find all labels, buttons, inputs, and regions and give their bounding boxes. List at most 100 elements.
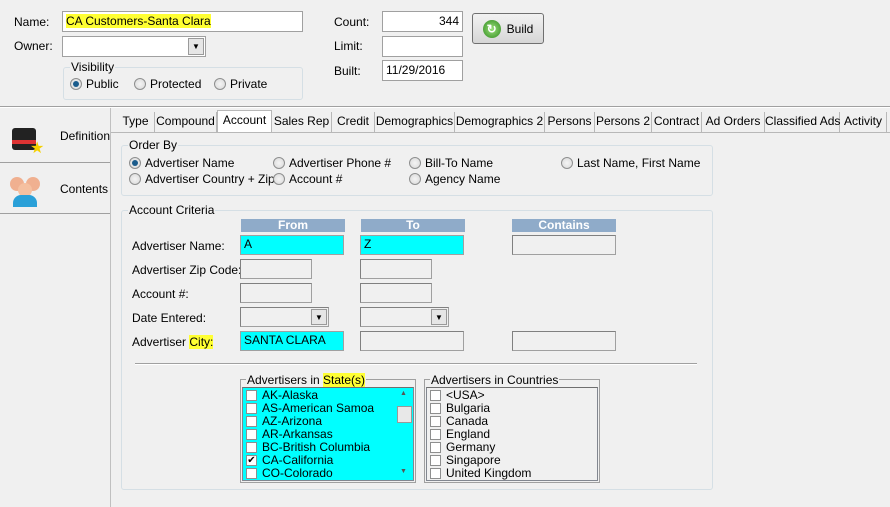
- sidebar-item-contents[interactable]: Contents: [0, 165, 110, 214]
- radio-icon: [70, 78, 82, 90]
- radio-private[interactable]: Private: [214, 77, 267, 91]
- checkbox[interactable]: [246, 403, 257, 414]
- scroll-thumb[interactable]: [397, 406, 412, 423]
- zip-from[interactable]: [240, 259, 312, 279]
- radio-label: Bill-To Name: [425, 156, 494, 170]
- tab-persons[interactable]: Persons: [545, 112, 595, 132]
- date-from-dropdown[interactable]: ▼: [240, 307, 329, 327]
- checkbox[interactable]: [430, 442, 441, 453]
- checkbox[interactable]: [430, 390, 441, 401]
- radio-label: Public: [86, 77, 119, 91]
- advertiser-name-to[interactable]: Z: [360, 235, 464, 255]
- checkbox[interactable]: [246, 390, 257, 401]
- built-field[interactable]: 11/29/2016: [382, 60, 463, 81]
- states-title: Advertisers in State(s): [246, 373, 367, 387]
- city-label-prefix: Advertiser: [132, 335, 190, 349]
- order-last-first[interactable]: Last Name, First Name: [561, 156, 700, 170]
- zip-to[interactable]: [360, 259, 432, 279]
- tab-sales-rep[interactable]: Sales Rep: [272, 112, 332, 132]
- header-divider: [0, 106, 890, 108]
- scroll-up-icon[interactable]: ▲: [400, 390, 407, 397]
- scroll-down-icon[interactable]: ▼: [400, 468, 407, 475]
- states-title-highlight: State(s): [323, 373, 366, 387]
- owner-dropdown[interactable]: ▼: [62, 36, 206, 57]
- radio-label: Advertiser Country + Zip: [145, 172, 275, 186]
- city-from[interactable]: SANTA CLARA: [240, 331, 344, 351]
- order-agency-name[interactable]: Agency Name: [409, 172, 500, 186]
- state-item[interactable]: CO-Colorado: [243, 467, 413, 480]
- build-button[interactable]: ↻ Build: [472, 13, 544, 44]
- chevron-down-icon[interactable]: ▼: [188, 38, 204, 55]
- tab-demographics-2[interactable]: Demographics 2: [455, 112, 545, 132]
- checkbox[interactable]: [430, 403, 441, 414]
- checkbox[interactable]: [430, 416, 441, 427]
- tab-contract[interactable]: Contract: [652, 112, 702, 132]
- refresh-icon: ↻: [482, 19, 501, 38]
- date-entered-label: Date Entered:: [132, 311, 207, 325]
- count-field[interactable]: 344: [382, 11, 463, 32]
- chevron-down-icon[interactable]: ▼: [431, 309, 447, 325]
- order-country-zip[interactable]: Advertiser Country + Zip: [129, 172, 275, 186]
- radio-public[interactable]: Public: [70, 77, 119, 91]
- name-value: CA Customers-Santa Clara: [66, 14, 211, 28]
- limit-label: Limit:: [334, 39, 363, 53]
- order-advertiser-name[interactable]: Advertiser Name: [129, 156, 234, 170]
- country-label: United Kingdom: [446, 466, 532, 480]
- radio-icon: [409, 157, 421, 169]
- countries-title: Advertisers in Countries: [430, 373, 560, 387]
- tab-ad-orders[interactable]: Ad Orders: [702, 112, 765, 132]
- account-to[interactable]: [360, 283, 432, 303]
- states-scrollbar[interactable]: ▲ ▼: [397, 388, 413, 480]
- checkbox[interactable]: [430, 455, 441, 466]
- build-label: Build: [506, 21, 534, 36]
- magic-hat-icon: ★: [8, 118, 44, 157]
- advertiser-name-contains[interactable]: [512, 235, 616, 255]
- radio-label: Advertiser Name: [145, 156, 235, 170]
- tab-strip-border: [111, 132, 890, 133]
- chevron-down-icon[interactable]: ▼: [311, 309, 327, 325]
- tab-persons-2[interactable]: Persons 2: [595, 112, 652, 132]
- tab-activity[interactable]: Activity: [840, 112, 887, 132]
- zip-code-label: Advertiser Zip Code:: [132, 263, 242, 277]
- limit-field[interactable]: [382, 36, 463, 57]
- sidebar-item-definition[interactable]: ★ Definition: [0, 110, 110, 163]
- country-item[interactable]: United Kingdom: [427, 467, 597, 480]
- tab-classified-ads[interactable]: Classified Ads: [765, 112, 840, 132]
- advertiser-name-from[interactable]: A: [240, 235, 344, 255]
- checkbox[interactable]: ✔: [246, 455, 257, 466]
- radio-icon: [214, 78, 226, 90]
- built-label: Built:: [334, 64, 361, 78]
- checkbox[interactable]: [430, 429, 441, 440]
- countries-list[interactable]: <USA> Bulgaria Canada England Germany Singapo…: [426, 387, 598, 481]
- tab-demographics[interactable]: Demographics: [375, 112, 455, 132]
- checkbox[interactable]: [246, 442, 257, 453]
- radio-icon: [134, 78, 146, 90]
- sidebar-divider: [110, 108, 111, 507]
- checkbox[interactable]: [430, 468, 441, 479]
- order-account-number[interactable]: Account #: [273, 172, 342, 186]
- order-bill-to-name[interactable]: Bill-To Name: [409, 156, 493, 170]
- checkbox[interactable]: [246, 429, 257, 440]
- checkbox[interactable]: [246, 468, 257, 479]
- state-label: CO-Colorado: [262, 466, 333, 480]
- radio-icon: [273, 157, 285, 169]
- radio-protected[interactable]: Protected: [134, 77, 201, 91]
- visibility-label: Visibility: [70, 60, 116, 74]
- tab-credit[interactable]: Credit: [332, 112, 375, 132]
- tab-compound[interactable]: Compound: [155, 112, 217, 132]
- criteria-divider: [135, 363, 697, 365]
- sidebar-label: Definition: [59, 129, 110, 143]
- order-advertiser-phone[interactable]: Advertiser Phone #: [273, 156, 391, 170]
- name-input[interactable]: CA Customers-Santa Clara: [62, 11, 303, 32]
- radio-label: Account #: [289, 172, 343, 186]
- advertiser-city-label: Advertiser City:: [132, 335, 214, 349]
- radio-icon: [129, 157, 141, 169]
- city-to[interactable]: [360, 331, 464, 351]
- tab-type[interactable]: Type: [117, 112, 155, 132]
- states-list[interactable]: AK-Alaska AS-American Samoa AZ-Arizona AR-A…: [242, 387, 414, 481]
- date-to-dropdown[interactable]: ▼: [360, 307, 449, 327]
- city-contains[interactable]: [512, 331, 616, 351]
- account-from[interactable]: [240, 283, 312, 303]
- tab-account[interactable]: Account: [217, 110, 272, 133]
- checkbox[interactable]: [246, 416, 257, 427]
